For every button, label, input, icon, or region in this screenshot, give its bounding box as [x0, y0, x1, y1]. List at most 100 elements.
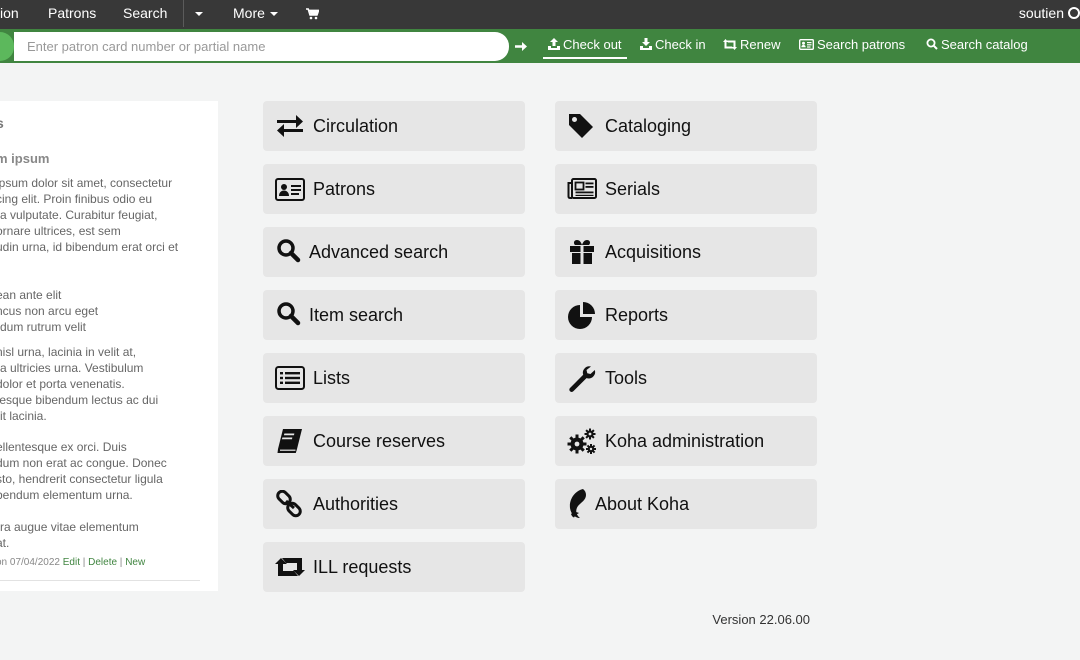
news-line: nisl urna, lacinia in velit at, [0, 345, 137, 359]
module-cataloging[interactable]: Cataloging [555, 101, 817, 151]
news-line: ncus non arcu eget [0, 304, 99, 318]
module-label: Acquisitions [605, 242, 702, 262]
news-line: tesque bibendum lectus ac dui [0, 393, 159, 407]
module-label: Serials [605, 179, 661, 199]
tab-check-in-label: Check in [655, 37, 706, 52]
patron-search-input[interactable] [14, 32, 509, 61]
gift-icon [567, 238, 597, 266]
module-reports[interactable]: Reports [555, 290, 817, 340]
user-menu[interactable]: soutien [1019, 0, 1080, 29]
module-about-koha[interactable]: About Koha [555, 479, 817, 529]
tab-search-patrons-label: Search patrons [817, 37, 906, 52]
logged-in-user: soutien [1018, 5, 1064, 21]
module-koha-administration[interactable]: Koha administration [555, 416, 817, 466]
news-divider [0, 580, 200, 581]
tab-check-out[interactable]: Check out [543, 33, 627, 59]
module-patrons[interactable]: Patrons [263, 164, 525, 214]
tab-search-patrons[interactable]: Search patrons [799, 33, 905, 57]
news-edit-link[interactable]: Edit [63, 557, 80, 568]
nav-item-search[interactable]: Search [123, 0, 167, 29]
module-serials[interactable]: Serials [555, 164, 817, 214]
nav-item-more[interactable]: More [233, 0, 278, 29]
news-posted-date: on 07/04/2022 [0, 557, 60, 568]
news-line: bendum elementum urna. [0, 488, 133, 502]
module-label: Advanced search [309, 242, 449, 262]
module-label: ILL requests [313, 557, 412, 577]
search-icon [926, 38, 938, 50]
news-item-title: m ipsum [0, 151, 50, 166]
news-meta: on 07/04/2022 Edit | Delete | New [0, 557, 145, 568]
module-tools[interactable]: Tools [555, 353, 817, 403]
news-paragraph: ellentesque ex orci. Duis dum non erat a… [0, 439, 167, 503]
module-label: Koha administration [605, 431, 765, 451]
news-panel: s m ipsum ipsum dolor sit amet, consecte… [0, 101, 218, 591]
id-card-icon [799, 39, 814, 50]
news-line: sto, hendrerit consectetur ligula [0, 472, 163, 486]
search-submit-button[interactable] [509, 33, 534, 60]
cart-button[interactable] [306, 0, 320, 29]
tab-renew-label: Renew [740, 37, 781, 52]
exchange-icon [275, 112, 305, 140]
module-label: Cataloging [605, 116, 692, 136]
news-paragraph: rra augue vitae elementum at. [0, 519, 139, 551]
news-line: rra augue vitae elementum [0, 520, 139, 534]
news-line: ean ante elit [0, 288, 62, 302]
news-line: cing elit. Proin finibus odio eu [0, 192, 153, 206]
module-label: Course reserves [313, 431, 446, 451]
nav-item-circulation[interactable]: ion [0, 0, 19, 29]
module-label: Patrons [313, 179, 376, 199]
pie-chart-icon [567, 301, 597, 329]
id-card-icon [275, 175, 305, 203]
module-label: Authorities [313, 494, 399, 514]
search-dropdown-toggle[interactable] [190, 0, 208, 29]
news-line: ra vulputate. Curabitur feugiat, [0, 208, 158, 222]
upload-icon [548, 38, 560, 50]
news-heading: s [0, 115, 4, 131]
module-label: Circulation [313, 116, 399, 136]
module-label: About Koha [595, 494, 690, 514]
module-item-search[interactable]: Item search [263, 290, 525, 340]
news-new-link[interactable]: New [125, 557, 145, 568]
search-options-toggle[interactable] [0, 32, 14, 61]
koha-logo-icon [567, 488, 597, 518]
news-line: ipsum dolor sit amet, consectetur [0, 176, 173, 190]
news-line: ra ultricies urna. Vestibulum [0, 361, 144, 375]
tab-search-catalog-label: Search catalog [941, 37, 1028, 52]
news-line: ornare ultrices, est sem [0, 224, 121, 238]
module-label: Reports [605, 305, 669, 325]
tab-check-in[interactable]: Check in [640, 33, 706, 57]
news-line: rit lacinia. [0, 409, 47, 423]
module-label: Lists [313, 368, 351, 388]
tab-check-out-label: Check out [563, 37, 622, 52]
news-line: rdum rutrum velit [0, 320, 87, 334]
news-line: dum non erat ac congue. Donec [0, 456, 167, 470]
tab-search-catalog[interactable]: Search catalog [926, 33, 1028, 57]
module-acquisitions[interactable]: Acquisitions [555, 227, 817, 277]
module-authorities[interactable]: Authorities [263, 479, 525, 529]
module-circulation[interactable]: Circulation [263, 101, 525, 151]
module-ill-requests[interactable]: ILL requests [263, 542, 525, 592]
newspaper-icon [567, 175, 597, 203]
news-paragraph: ean ante elit ncus non arcu eget rdum ru… [0, 287, 98, 335]
news-delete-link[interactable]: Delete [88, 557, 117, 568]
module-course-reserves[interactable]: Course reserves [263, 416, 525, 466]
retweet-icon [723, 39, 737, 50]
nav-item-patrons[interactable]: Patrons [48, 0, 96, 29]
module-label: Item search [309, 305, 404, 325]
book-icon [275, 427, 305, 455]
link-icon [275, 490, 305, 518]
wrench-icon [567, 364, 597, 392]
tab-renew[interactable]: Renew [723, 33, 780, 57]
news-line: dolor et porta venenatis. [0, 377, 125, 391]
list-icon [275, 364, 305, 392]
search-icon [275, 238, 305, 266]
news-line: udin urna, id bibendum erat orci et [0, 240, 179, 254]
module-advanced-search[interactable]: Advanced search [263, 227, 525, 277]
nav-item-more-label: More [233, 5, 265, 21]
module-lists[interactable]: Lists [263, 353, 525, 403]
koha-version: Version 22.06.00 [712, 612, 810, 627]
download-icon [640, 38, 652, 50]
news-paragraph: ipsum dolor sit amet, consectetur cing e… [0, 175, 178, 255]
module-label: Tools [605, 368, 648, 388]
caret-down-icon [195, 12, 203, 17]
